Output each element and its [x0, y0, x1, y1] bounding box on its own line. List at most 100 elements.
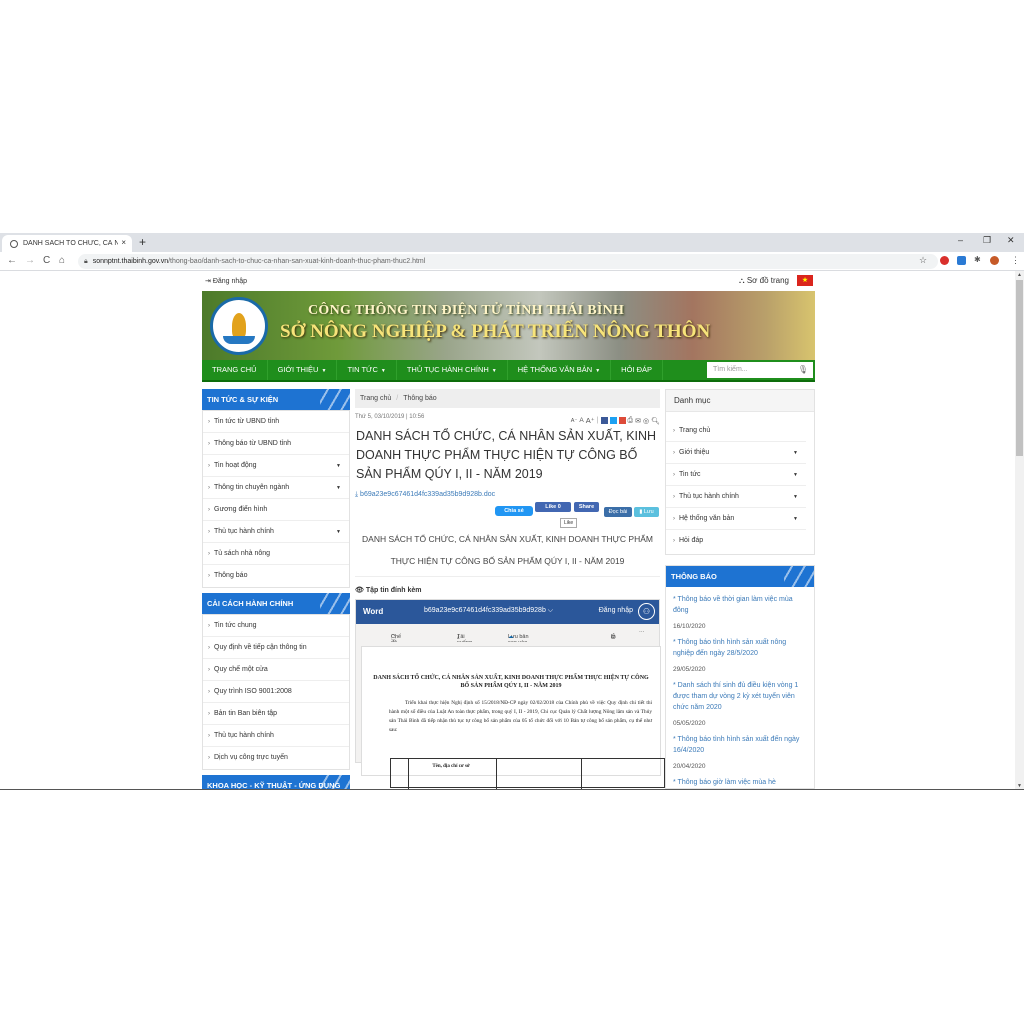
main-nav: TRANG CHỦ GIỚI THIỆU ▼ TIN TỨC ▼ THỦ TỤC H… [202, 360, 815, 382]
caret-down-icon[interactable]: ▼ [336, 521, 341, 543]
list-item[interactable]: › Quy định về tiếp cận thông tin [203, 637, 349, 659]
scroll-up-arrow[interactable]: ▲ [1017, 272, 1022, 278]
notice-link[interactable]: * Thông báo giờ làm việc mùa hè [673, 777, 807, 788]
nav-tin-tuc[interactable]: TIN TỨC ▼ [337, 360, 397, 380]
breadcrumb-home[interactable]: Trang chủ [360, 395, 391, 402]
search-input[interactable]: Tìm kiếm... 🎙︎ [707, 362, 813, 378]
close-window-button[interactable]: ✕ [1007, 235, 1015, 246]
sitemap-link[interactable]: ⛬ Sơ đồ trang [739, 276, 789, 286]
google-plus-icon[interactable] [618, 417, 626, 424]
list-item-label: Quy trình ISO 9001:2008 [214, 688, 292, 695]
notice-link[interactable]: * Thông báo về thời gian làm việc mùa đô… [673, 594, 807, 616]
back-button[interactable]: ← [7, 255, 17, 266]
caret-down-icon[interactable]: ▼ [336, 477, 341, 499]
list-item[interactable]: › Tủ sách nhà nông [203, 543, 349, 565]
caret-down-icon[interactable]: ▼ [336, 455, 341, 477]
facebook-icon[interactable] [600, 417, 608, 424]
restore-button[interactable]: ❐ [983, 235, 991, 246]
list-item[interactable]: › Tin tức từ UBND tỉnh [203, 411, 349, 433]
list-item[interactable]: › Thủ tục hành chính ▼ [666, 486, 806, 508]
tab-close-icon[interactable]: × [121, 238, 126, 247]
read-article-button[interactable]: Đọc bài [604, 507, 632, 517]
extension-icon-red[interactable] [940, 256, 949, 265]
list-item-label: Hệ thống văn bản [679, 515, 735, 522]
doc-download-link[interactable]: ⤓ b69a23e9c67461d4fc339ad35b9d928b.doc [355, 491, 660, 499]
page-scrollbar[interactable]: ▲ ▼ [1015, 271, 1024, 790]
list-item[interactable]: › Bản tin Ban biên tập [203, 703, 349, 725]
microphone-icon[interactable]: 🎙︎ [798, 362, 808, 378]
nav-thu-tuc-hanh-chinh[interactable]: THỦ TỤC HÀNH CHÍNH ▼ [397, 360, 508, 380]
font-normal-button[interactable]: A [579, 417, 583, 424]
chevron-right-icon: › [673, 538, 675, 544]
list-item[interactable]: › Thông tin chuyên ngành ▼ [203, 477, 349, 499]
user-avatar-icon[interactable]: ⚇ [638, 603, 655, 620]
notice-date: 29/05/2020 [673, 666, 706, 673]
browser-tab[interactable]: DANH SÁCH TỔ CHỨC, CÁ NHÂ × [2, 235, 132, 252]
home-button[interactable]: ⌂ [59, 255, 65, 266]
list-item[interactable]: › Thủ tục hành chính ▼ [203, 521, 349, 543]
caret-down-icon[interactable]: ▼ [793, 486, 798, 508]
view-icon[interactable]: ◎ [643, 417, 649, 425]
email-icon[interactable]: ✉ [635, 417, 641, 425]
list-item[interactable]: › Tin hoạt động ▼ [203, 455, 349, 477]
list-item[interactable]: › Dịch vụ công trực tuyến [203, 747, 349, 769]
login-link[interactable]: ⇥ Đăng nhập [205, 277, 247, 285]
breadcrumb-separator: / [396, 395, 399, 402]
save-article-button[interactable]: ▮ Lưu [634, 507, 659, 517]
list-item[interactable]: › Thông báo [203, 565, 349, 587]
minimize-button[interactable]: – [958, 235, 963, 245]
more-options-button[interactable]: ··· [639, 629, 645, 635]
list-item-label: Thông báo từ UBND tỉnh [214, 440, 292, 447]
caret-down-icon[interactable]: ▼ [793, 464, 798, 486]
list-item[interactable]: › Quy chế một cửa [203, 659, 349, 681]
notice-link[interactable]: * Thông báo tình hình sản xuất đến ngày … [673, 734, 807, 756]
lock-icon: 🔒︎ [84, 257, 88, 265]
browser-menu-icon[interactable]: ⋮ [1011, 255, 1020, 266]
list-item[interactable]: › Giới thiệu ▼ [666, 442, 806, 464]
notice-link[interactable]: * Danh sách thí sinh đủ điều kiện vòng 1… [673, 680, 807, 713]
zalo-share-button[interactable]: Chia sẻ [495, 506, 533, 516]
list-item[interactable]: › Hệ thống văn bản ▼ [666, 508, 806, 530]
bookmark-star-icon[interactable]: ☆ [919, 255, 927, 266]
list-item[interactable]: › Gương điển hình [203, 499, 349, 521]
extension-icon-download[interactable] [957, 256, 966, 265]
facebook-like-button[interactable]: Like 0 [535, 502, 571, 512]
caret-down-icon[interactable]: ▼ [793, 442, 798, 464]
list-item[interactable]: › Quy trình ISO 9001:2008 [203, 681, 349, 703]
word-filename[interactable]: b69a23e9c67461d4fc339ad35b9d928b ⌵ [424, 607, 553, 615]
nav-gioi-thieu[interactable]: GIỚI THIỆU ▼ [268, 360, 338, 380]
list-item[interactable]: › Hỏi đáp [666, 530, 806, 552]
notice-link[interactable]: * Thông báo tình hình sản xuất nông nghi… [673, 637, 807, 659]
zoom-icon[interactable]: 🔍︎ [651, 417, 660, 425]
list-item[interactable]: › Thông báo từ UBND tỉnh [203, 433, 349, 455]
reload-button[interactable]: C [43, 255, 50, 266]
sitemap-label: Sơ đồ trang [746, 276, 789, 285]
address-bar[interactable]: 🔒︎ sonnptnt.thaibinh.gov.vn /thong-bao/d… [78, 254, 938, 269]
word-login[interactable]: Đăng nhập [599, 607, 633, 614]
breadcrumb-current[interactable]: Thông báo [403, 395, 436, 402]
list-item[interactable]: › Thủ tục hành chính [203, 725, 349, 747]
caret-down-icon[interactable]: ▼ [793, 508, 798, 530]
extensions-puzzle-icon[interactable]: ✱ [974, 255, 981, 264]
print-icon[interactable]: ⎙ [628, 417, 634, 425]
nav-he-thong-van-ban[interactable]: HỆ THỐNG VĂN BẢN ▼ [508, 360, 612, 380]
list-item[interactable]: › Trang chủ [666, 420, 806, 442]
nav-label: THỦ TỤC HÀNH CHÍNH [406, 365, 489, 374]
facebook-share-button[interactable]: Share [574, 502, 599, 512]
list-item[interactable]: › Tin tức chung [203, 615, 349, 637]
forward-button[interactable]: → [25, 255, 35, 266]
social-bar: Chia sẻ Like 0 Share Đọc bài ▮ Lưu Like [355, 499, 660, 528]
profile-avatar[interactable] [990, 256, 999, 265]
login-label: Đăng nhập [212, 278, 248, 285]
scrollbar-thumb[interactable] [1016, 280, 1023, 456]
nav-hoi-dap[interactable]: HỎI ĐÁP [611, 360, 663, 380]
font-increase-button[interactable]: A⁺ [586, 416, 595, 425]
list-item[interactable]: › Tin tức ▼ [666, 464, 806, 486]
site-banner[interactable]: CÔNG THÔNG TIN ĐIỆN TỬ TỈNH THÁI BÌNH SỞ… [202, 291, 815, 360]
chevron-right-icon: › [208, 623, 210, 629]
vietnam-flag-icon[interactable]: ★ [797, 275, 813, 286]
nav-trang-chu[interactable]: TRANG CHỦ [202, 360, 268, 380]
font-decrease-button[interactable]: A⁻ [571, 418, 578, 424]
twitter-icon[interactable] [609, 417, 617, 424]
new-tab-button[interactable]: + [139, 235, 146, 249]
